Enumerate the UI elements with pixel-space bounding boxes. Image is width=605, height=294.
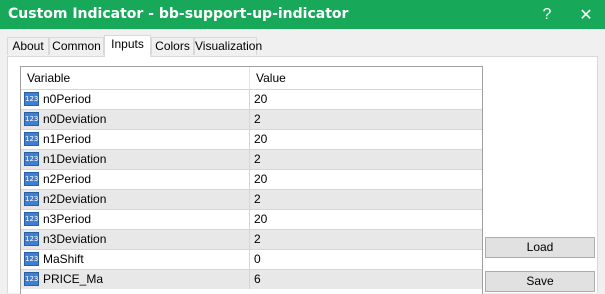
table-row[interactable]: 123 PRICE_Ma 6 [21,269,482,289]
header-variable[interactable]: Variable [21,67,249,89]
variable-name: n2Period [43,172,92,186]
tab-visualization[interactable]: Visualization [194,37,262,55]
value-cell[interactable]: 2 [249,190,482,209]
variable-name: n3Period [43,212,92,226]
integer-type-icon: 123 [24,112,39,126]
load-button[interactable]: Load [485,237,595,258]
integer-type-icon: 123 [24,192,39,206]
variable-cell[interactable]: 123 MaShift [21,250,249,269]
inputs-panel: Variable Value 123 n0Period 20 123 n0Deviati… [7,56,598,294]
table-row[interactable]: 123 n1Deviation 2 [21,149,482,169]
value-cell[interactable]: 2 [249,150,482,169]
table-row[interactable]: 123 n2Deviation 2 [21,189,482,209]
integer-type-icon: 123 [24,272,39,286]
close-button[interactable]: ✕ [569,0,603,29]
title-bar: Custom Indicator - bb-support-up-indicat… [0,0,605,29]
variable-cell[interactable]: 123 n3Period [21,210,249,229]
variable-name: MaShift [43,252,84,266]
integer-type-icon: 123 [24,152,39,166]
variable-name: n1Deviation [43,152,107,166]
variable-name: n1Period [43,132,92,146]
table-row[interactable]: 123 n3Deviation 2 [21,229,482,249]
variable-cell[interactable]: 123 n0Deviation [21,110,249,129]
inputs-table: Variable Value 123 n0Period 20 123 n0Deviati… [20,66,483,294]
variable-cell[interactable]: 123 n3Deviation [21,230,249,249]
tab-colors[interactable]: Colors [151,37,194,55]
variable-cell[interactable]: 123 PRICE_Ma [21,270,249,289]
value-cell[interactable]: 0 [249,250,482,269]
value-cell[interactable]: 2 [249,230,482,249]
table-row[interactable]: 123 n1Period 20 [21,129,482,149]
variable-cell[interactable]: 123 n2Period [21,170,249,189]
window-title: Custom Indicator - bb-support-up-indicat… [8,6,349,22]
save-button[interactable]: Save [485,271,595,292]
variable-cell[interactable]: 123 n0Period [21,90,249,109]
value-cell[interactable]: 6 [249,270,482,289]
value-cell[interactable]: 20 [249,90,482,109]
integer-type-icon: 123 [24,92,39,106]
table-row[interactable]: 123 n2Period 20 [21,169,482,189]
tab-about[interactable]: About [7,37,49,55]
table-row[interactable]: 123 n3Period 20 [21,209,482,229]
variable-name: n0Period [43,92,92,106]
variable-name: n2Deviation [43,192,107,206]
integer-type-icon: 123 [24,212,39,226]
integer-type-icon: 123 [24,232,39,246]
value-cell[interactable]: 2 [249,110,482,129]
integer-type-icon: 123 [24,132,39,146]
variable-cell[interactable]: 123 n1Deviation [21,150,249,169]
integer-type-icon: 123 [24,172,39,186]
help-button[interactable]: ? [530,0,564,29]
value-cell[interactable]: 20 [249,170,482,189]
table-row[interactable]: 123 MaShift 0 [21,249,482,269]
integer-type-icon: 123 [24,252,39,266]
table-row[interactable]: 123 n0Period 20 [21,89,482,109]
variable-cell[interactable]: 123 n2Deviation [21,190,249,209]
variable-name: n0Deviation [43,112,107,126]
variable-name: n3Deviation [43,232,107,246]
variable-cell[interactable]: 123 n1Period [21,130,249,149]
table-row[interactable]: 123 n0Deviation 2 [21,109,482,129]
header-value[interactable]: Value [249,67,482,89]
table-header: Variable Value [21,67,482,89]
variable-name: PRICE_Ma [43,272,104,286]
value-cell[interactable]: 20 [249,130,482,149]
tab-inputs[interactable]: Inputs [104,35,151,57]
tab-common[interactable]: Common [49,37,104,55]
value-cell[interactable]: 20 [249,210,482,229]
